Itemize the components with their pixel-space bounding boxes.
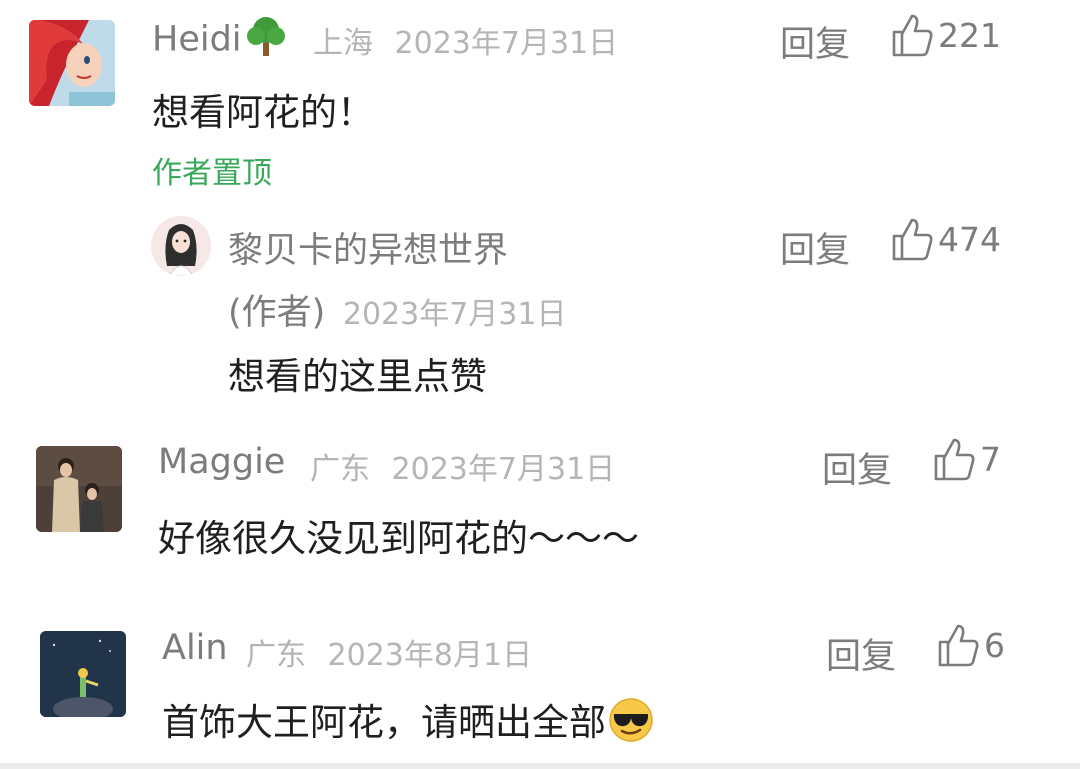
comment-text: 想看的这里点赞 xyxy=(228,355,487,398)
comment-date: 2023年7月31日 xyxy=(394,26,619,61)
avatar[interactable] xyxy=(40,631,126,717)
like-count: 474 xyxy=(938,219,1001,259)
comment-location: 广东 xyxy=(310,452,370,487)
avatar[interactable] xyxy=(151,216,211,276)
tree-emoji-icon xyxy=(244,14,288,67)
avatar[interactable] xyxy=(36,446,122,532)
sunglasses-emoji-icon xyxy=(608,697,654,752)
like-count: 6 xyxy=(984,625,1005,665)
thumbs-up-icon xyxy=(892,218,933,261)
avatar[interactable] xyxy=(29,20,115,106)
commenter-name: Maggie xyxy=(158,442,286,482)
thumbs-up-icon xyxy=(892,14,933,57)
like-button[interactable]: 6 xyxy=(936,622,1005,668)
author-tag: (作者) xyxy=(228,293,326,333)
comment-location: 上海 xyxy=(313,26,373,61)
comment-text: 好像很久没见到阿花的～～～ xyxy=(158,517,639,560)
reply-button[interactable]: 回复 xyxy=(780,16,850,67)
comment-text: 想看阿花的！ xyxy=(152,91,374,134)
like-button[interactable]: 474 xyxy=(890,216,1001,262)
like-button[interactable]: 221 xyxy=(890,12,1001,58)
illustrated-woman-avatar-icon xyxy=(151,216,211,276)
commenter-name: Heidi xyxy=(152,19,242,60)
family-photo-avatar-icon xyxy=(36,446,122,532)
like-count: 221 xyxy=(938,15,1001,55)
comment-date: 2023年7月31日 xyxy=(342,297,567,332)
like-button[interactable]: 7 xyxy=(932,436,1001,482)
commenter-name: Alin xyxy=(162,628,228,668)
bottom-divider xyxy=(0,763,1080,769)
little-prince-avatar-icon xyxy=(40,631,126,717)
red-hair-mermaid-avatar-icon xyxy=(29,20,115,106)
comment-date: 2023年7月31日 xyxy=(391,452,616,487)
reply-button[interactable]: 回复 xyxy=(826,628,896,679)
comment-date: 2023年8月1日 xyxy=(327,638,533,673)
thumbs-up-icon xyxy=(938,624,979,667)
comment-location: 广东 xyxy=(246,638,306,673)
commenter-name: 黎贝卡的异想世界 xyxy=(228,231,509,271)
reply-button[interactable]: 回复 xyxy=(780,222,850,273)
like-count: 7 xyxy=(980,439,1001,479)
thumbs-up-icon xyxy=(934,438,975,481)
comment-text: 首饰大王阿花，请晒出全部 xyxy=(162,701,606,744)
pinned-badge: 作者置顶 xyxy=(152,156,272,191)
reply-button[interactable]: 回复 xyxy=(822,442,892,493)
